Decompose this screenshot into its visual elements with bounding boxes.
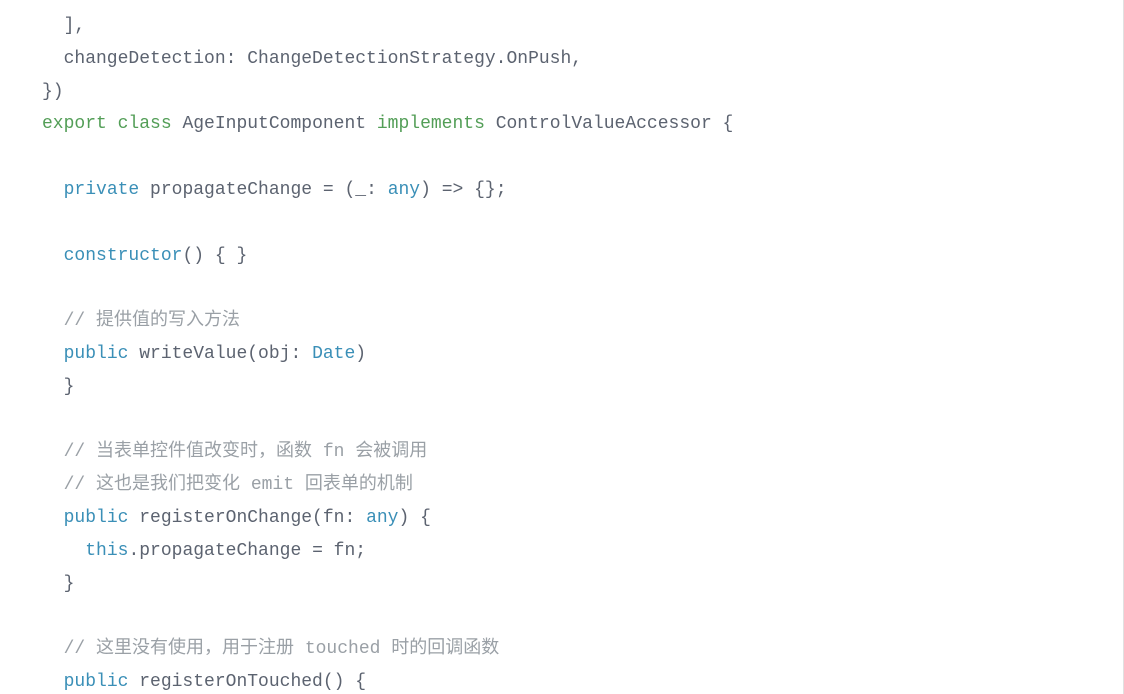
code-token <box>42 541 85 561</box>
code-line: changeDetection: ChangeDetectionStrategy… <box>42 49 582 69</box>
code-line: public registerOnChange(fn: any) { <box>42 508 431 528</box>
code-token: ControlValueAccessor { <box>485 114 733 134</box>
code-token <box>42 639 64 659</box>
code-line: }) <box>42 82 64 102</box>
code-token <box>42 344 64 364</box>
code-line: // 这里没有使用，用于注册 touched 时的回调函数 <box>42 639 499 659</box>
code-token: ], <box>42 16 85 36</box>
code-token: AgeInputComponent <box>172 114 377 134</box>
code-token: ) { <box>398 508 430 528</box>
code-token: Date <box>312 344 355 364</box>
code-token: propagateChange = (_: <box>139 180 387 200</box>
code-token <box>42 442 64 462</box>
code-token: any <box>366 508 398 528</box>
code-token: constructor <box>64 246 183 266</box>
code-token: .propagateChange = fn; <box>128 541 366 561</box>
code-line: // 当表单控件值改变时，函数 fn 会被调用 <box>42 442 427 462</box>
code-token: }) <box>42 82 64 102</box>
code-token: // 提供值的写入方法 <box>64 311 240 331</box>
code-token <box>42 246 64 266</box>
code-line: public registerOnTouched() { <box>42 672 366 692</box>
code-token: ) => {}; <box>420 180 506 200</box>
code-token: implements <box>377 114 485 134</box>
code-token: private <box>64 180 140 200</box>
code-token: public <box>64 672 129 692</box>
code-token: // 这也是我们把变化 emit 回表单的机制 <box>64 475 413 495</box>
code-token: public <box>64 508 129 528</box>
code-token: changeDetection: ChangeDetectionStrategy… <box>42 49 582 69</box>
code-token: // 当表单控件值改变时，函数 fn 会被调用 <box>64 442 428 462</box>
code-line: } <box>42 377 74 397</box>
code-token: } <box>42 377 74 397</box>
code-token <box>42 180 64 200</box>
code-line: } <box>42 574 74 594</box>
code-line: this.propagateChange = fn; <box>42 541 366 561</box>
code-token: any <box>388 180 420 200</box>
code-token <box>107 114 118 134</box>
code-token: writeValue(obj: <box>128 344 312 364</box>
code-token: this <box>85 541 128 561</box>
code-token: } <box>42 574 74 594</box>
code-token: registerOnChange(fn: <box>128 508 366 528</box>
code-line: public writeValue(obj: Date) <box>42 344 366 364</box>
code-token: () { } <box>182 246 247 266</box>
code-token: class <box>118 114 172 134</box>
code-line: private propagateChange = (_: any) => {}… <box>42 180 507 200</box>
code-line: export class AgeInputComponent implement… <box>42 114 733 134</box>
code-content: ], changeDetection: ChangeDetectionStrat… <box>0 10 1123 694</box>
code-token: // 这里没有使用，用于注册 touched 时的回调函数 <box>64 639 500 659</box>
code-line: // 提供值的写入方法 <box>42 311 240 331</box>
code-token <box>42 672 64 692</box>
code-line: // 这也是我们把变化 emit 回表单的机制 <box>42 475 413 495</box>
code-block: ], changeDetection: ChangeDetectionStrat… <box>0 0 1124 694</box>
code-token: export <box>42 114 107 134</box>
code-token: ) <box>355 344 366 364</box>
code-token: public <box>64 344 129 364</box>
code-token <box>42 475 64 495</box>
code-token <box>42 508 64 528</box>
code-token <box>42 311 64 331</box>
code-line: ], <box>42 16 85 36</box>
code-line: constructor() { } <box>42 246 247 266</box>
code-token: registerOnTouched() { <box>128 672 366 692</box>
